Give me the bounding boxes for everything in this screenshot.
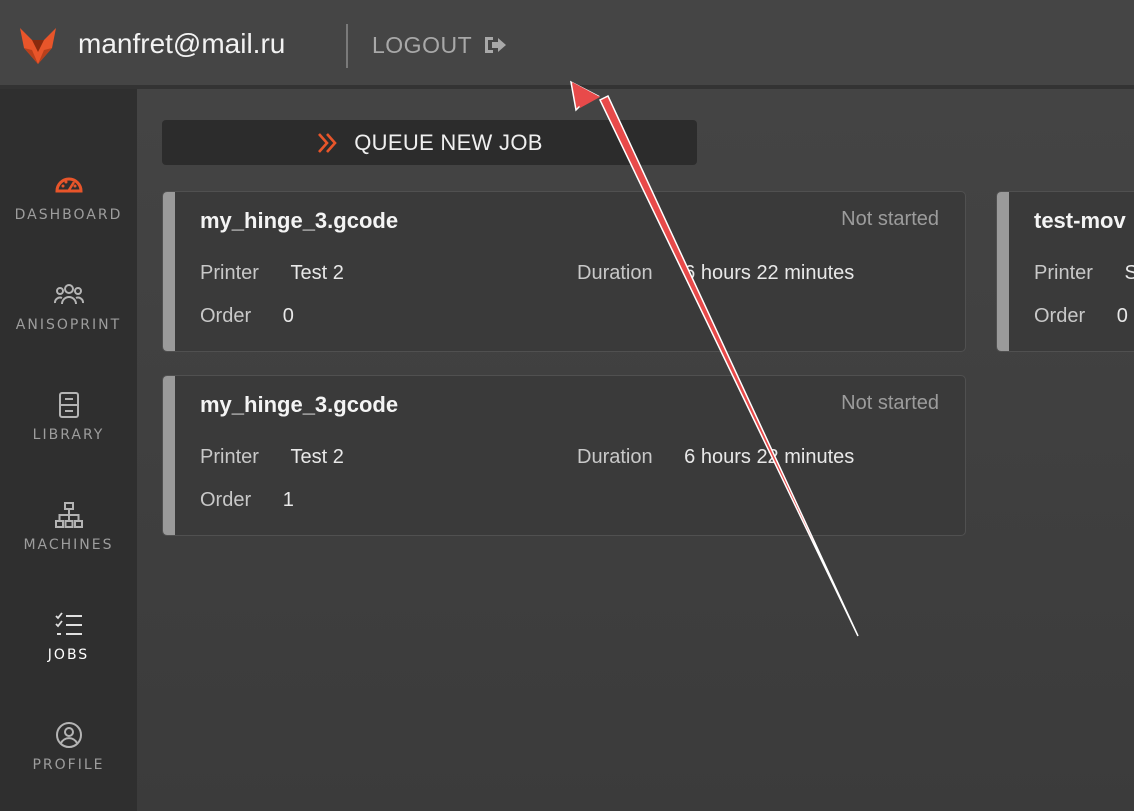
- job-card[interactable]: test-mov Printer S Order 0: [996, 191, 1134, 352]
- job-title: my_hinge_3.gcode: [200, 392, 399, 417]
- job-order: Order 1: [200, 489, 294, 512]
- sidebar-item-library[interactable]: LIBRARY: [0, 389, 137, 479]
- printer-value: Test 2: [290, 262, 344, 284]
- sidebar-item-label: ANISOPRINT: [15, 317, 122, 333]
- job-status-stripe: [997, 192, 1009, 351]
- queue-new-job-button[interactable]: QUEUE NEW JOB: [162, 120, 697, 165]
- job-title: test-mov: [1034, 208, 1126, 233]
- archive-box-icon: [58, 392, 79, 418]
- job-status-stripe: [163, 376, 175, 535]
- job-printer: Printer Test 2: [200, 446, 344, 469]
- job-card[interactable]: my_hinge_3.gcode Not started Printer Tes…: [162, 375, 966, 536]
- duration-label: Duration: [577, 262, 653, 284]
- logout-label: LOGOUT: [372, 32, 473, 58]
- user-email: manfret@mail.ru: [78, 28, 286, 59]
- order-value: 0: [1116, 305, 1128, 327]
- job-order: Order 0: [1034, 305, 1128, 328]
- users-group-icon: [53, 284, 84, 305]
- logout-button[interactable]: LOGOUT: [372, 30, 508, 60]
- job-title: my_hinge_3.gcode: [200, 208, 399, 233]
- queue-new-job-label: QUEUE NEW JOB: [354, 129, 543, 155]
- sign-out-icon: [485, 37, 507, 53]
- order-value: 0: [282, 305, 294, 327]
- top-bar: manfret@mail.ru LOGOUT: [0, 0, 1134, 89]
- user-circle-icon: [55, 722, 82, 748]
- job-printer: Printer Test 2: [200, 262, 344, 285]
- header-divider: [346, 24, 348, 68]
- sitemap-icon: [54, 502, 83, 528]
- printer-label: Printer: [200, 262, 259, 284]
- job-duration: Duration 6 hours 22 minutes: [577, 262, 854, 285]
- printer-label: Printer: [1034, 262, 1093, 284]
- sidebar-item-dashboard[interactable]: DASHBOARD: [0, 169, 137, 259]
- job-status: Not started: [841, 208, 939, 230]
- printer-value: Test 2: [290, 446, 344, 468]
- job-status-stripe: [163, 192, 175, 351]
- duration-label: Duration: [577, 446, 653, 468]
- job-printer: Printer S: [1034, 262, 1134, 285]
- job-card[interactable]: my_hinge_3.gcode Not started Printer Tes…: [162, 191, 966, 352]
- job-duration: Duration 6 hours 22 minutes: [577, 446, 854, 469]
- speedometer-icon: [54, 177, 83, 193]
- order-label: Order: [200, 305, 252, 327]
- job-status: Not started: [841, 392, 939, 414]
- printer-value: S: [1124, 262, 1134, 284]
- sidebar-item-anisoprint[interactable]: ANISOPRINT: [0, 279, 137, 369]
- job-order: Order 0: [200, 305, 294, 328]
- order-value: 1: [282, 489, 294, 511]
- sidebar-item-label: LIBRARY: [32, 427, 105, 443]
- sidebar-item-label: MACHINES: [23, 537, 114, 553]
- duration-value: 6 hours 22 minutes: [684, 262, 855, 284]
- fox-logo-icon: [20, 28, 56, 64]
- order-label: Order: [200, 489, 252, 511]
- sidebar-item-machines[interactable]: MACHINES: [0, 499, 137, 589]
- double-chevron-right-icon: [318, 132, 337, 153]
- sidebar-item-profile[interactable]: PROFILE: [0, 719, 137, 809]
- sidebar-item-label: DASHBOARD: [14, 207, 123, 223]
- printer-label: Printer: [200, 446, 259, 468]
- sidebar-item-label: JOBS: [47, 647, 90, 663]
- sidebar-item-label: PROFILE: [32, 757, 105, 773]
- checklist-icon: [54, 612, 82, 635]
- sidebar: DASHBOARD ANISOPRINT LIBRARY MACHINES JO…: [0, 89, 137, 811]
- sidebar-item-jobs[interactable]: JOBS: [0, 609, 137, 699]
- duration-value: 6 hours 22 minutes: [684, 446, 855, 468]
- order-label: Order: [1034, 305, 1086, 327]
